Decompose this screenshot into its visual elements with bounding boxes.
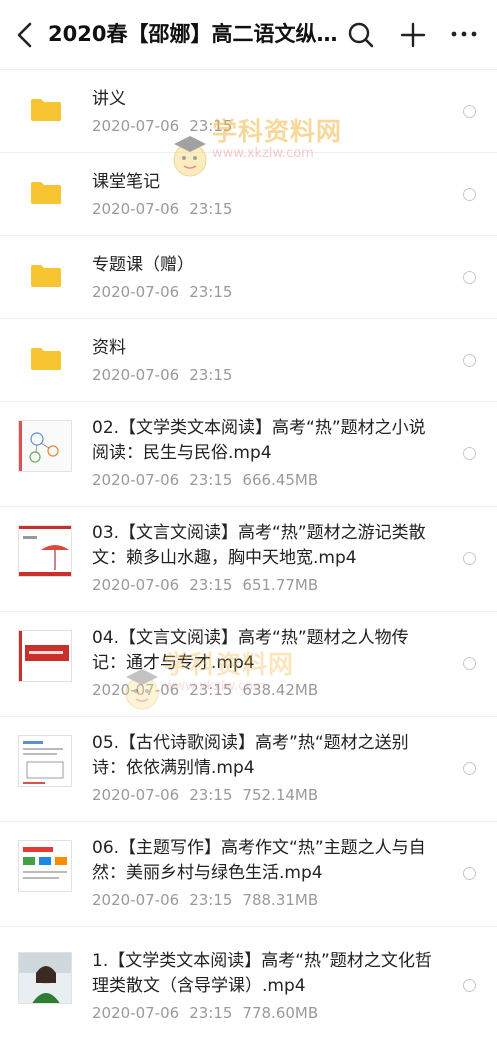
item-meta: 2020-07-06 23:15 651.77MB (92, 575, 318, 595)
item-name: 课堂笔记 (92, 172, 160, 192)
list-item[interactable]: 讲义 2020-07-06 23:15 (0, 70, 497, 153)
item-meta: 2020-07-06 23:15 (92, 116, 232, 136)
video-thumbnail (18, 840, 72, 892)
item-date: 2020-07-06 (92, 786, 180, 804)
back-arrow-icon[interactable] (14, 22, 38, 48)
item-time: 23:15 (189, 283, 233, 301)
video-thumbnail (18, 735, 72, 787)
list-item[interactable]: 课堂笔记 2020-07-06 23:15 (0, 153, 497, 236)
item-time: 23:15 (189, 681, 233, 699)
item-name: 1.【文学类文本阅读】高考“热”题材之文化哲理类散文（含导学课）.mp4 (92, 951, 432, 996)
select-radio[interactable] (463, 657, 476, 670)
file-list: 讲义 2020-07-06 23:15 课堂笔记 2020-07-06 23:15 … (0, 70, 497, 1043)
more-options-icon[interactable] (450, 24, 478, 44)
item-size: 651.77MB (242, 576, 319, 594)
item-size: 752.14MB (242, 786, 319, 804)
item-name: 04.【文言文阅读】高考“热”题材之人物传记：通才与专才.mp4 (92, 628, 409, 673)
item-meta: 2020-07-06 23:15 788.31MB (92, 890, 318, 910)
item-time: 23:15 (189, 786, 233, 804)
list-item[interactable]: 02.【文学类文本阅读】高考“热”题材之小说阅读：民生与民俗.mp4 2020-… (0, 402, 497, 507)
page-title: 2020春【邵娜】高二语文纵… (48, 22, 338, 46)
item-meta: 2020-07-06 23:15 (92, 199, 232, 219)
select-radio[interactable] (463, 447, 476, 460)
select-radio[interactable] (463, 188, 476, 201)
folder-icon (31, 265, 61, 287)
item-date: 2020-07-06 (92, 471, 180, 489)
item-name: 资料 (92, 338, 126, 358)
item-date: 2020-07-06 (92, 891, 180, 909)
select-radio[interactable] (463, 979, 476, 992)
item-time: 23:15 (189, 1004, 233, 1022)
select-radio[interactable] (463, 552, 476, 565)
item-date: 2020-07-06 (92, 283, 180, 301)
folder-icon (31, 99, 61, 121)
search-icon[interactable] (347, 21, 375, 49)
item-time: 23:15 (189, 891, 233, 909)
item-name: 05.【古代诗歌阅读】高考”热“题材之送别诗：依依满别情.mp4 (92, 733, 409, 778)
item-time: 23:15 (189, 117, 233, 135)
select-radio[interactable] (463, 354, 476, 367)
item-time: 23:15 (189, 200, 233, 218)
item-size: 788.31MB (242, 891, 319, 909)
item-time: 23:15 (189, 576, 233, 594)
video-thumbnail (18, 952, 72, 1004)
list-item[interactable]: 资料 2020-07-06 23:15 (0, 319, 497, 402)
top-bar: 2020春【邵娜】高二语文纵… (0, 0, 497, 70)
select-radio[interactable] (463, 867, 476, 880)
video-thumbnail (18, 630, 72, 682)
item-date: 2020-07-06 (92, 200, 180, 218)
list-item[interactable]: 专题课（赠） 2020-07-06 23:15 (0, 236, 497, 319)
list-item[interactable]: 05.【古代诗歌阅读】高考”热“题材之送别诗：依依满别情.mp4 2020-07… (0, 717, 497, 822)
item-name: 专题课（赠） (92, 255, 194, 275)
item-name: 06.【主题写作】高考作文“热”主题之人与自然：美丽乡村与绿色生活.mp4 (92, 838, 426, 883)
video-thumbnail (18, 420, 72, 472)
add-icon[interactable] (399, 21, 427, 49)
item-time: 23:15 (189, 366, 233, 384)
item-meta: 2020-07-06 23:15 778.60MB (92, 1003, 318, 1023)
item-name: 讲义 (92, 89, 126, 109)
item-size: 666.45MB (242, 471, 319, 489)
item-name: 02.【文学类文本阅读】高考“热”题材之小说阅读：民生与民俗.mp4 (92, 418, 426, 463)
item-meta: 2020-07-06 23:15 752.14MB (92, 785, 318, 805)
item-meta: 2020-07-06 23:15 (92, 365, 232, 385)
item-date: 2020-07-06 (92, 1004, 180, 1022)
select-radio[interactable] (463, 271, 476, 284)
item-size: 778.60MB (242, 1004, 319, 1022)
item-date: 2020-07-06 (92, 117, 180, 135)
select-radio[interactable] (463, 105, 476, 118)
item-name: 03.【文言文阅读】高考“热”题材之游记类散文：赖多山水趣，胸中天地宽.mp4 (92, 523, 426, 568)
select-radio[interactable] (463, 762, 476, 775)
item-date: 2020-07-06 (92, 681, 180, 699)
item-meta: 2020-07-06 23:15 666.45MB (92, 470, 318, 490)
list-item[interactable]: 1.【文学类文本阅读】高考“热”题材之文化哲理类散文（含导学课）.mp4 202… (0, 927, 497, 1043)
item-meta: 2020-07-06 23:15 638.42MB (92, 680, 318, 700)
item-time: 23:15 (189, 471, 233, 489)
list-item[interactable]: 06.【主题写作】高考作文“热”主题之人与自然：美丽乡村与绿色生活.mp4 20… (0, 822, 497, 927)
item-meta: 2020-07-06 23:15 (92, 282, 232, 302)
list-item[interactable]: 03.【文言文阅读】高考“热”题材之游记类散文：赖多山水趣，胸中天地宽.mp4 … (0, 507, 497, 612)
folder-icon (31, 348, 61, 370)
item-date: 2020-07-06 (92, 576, 180, 594)
list-item[interactable]: 04.【文言文阅读】高考“热”题材之人物传记：通才与专才.mp4 2020-07… (0, 612, 497, 717)
folder-icon (31, 182, 61, 204)
video-thumbnail (18, 525, 72, 577)
item-date: 2020-07-06 (92, 366, 180, 384)
item-size: 638.42MB (242, 681, 319, 699)
